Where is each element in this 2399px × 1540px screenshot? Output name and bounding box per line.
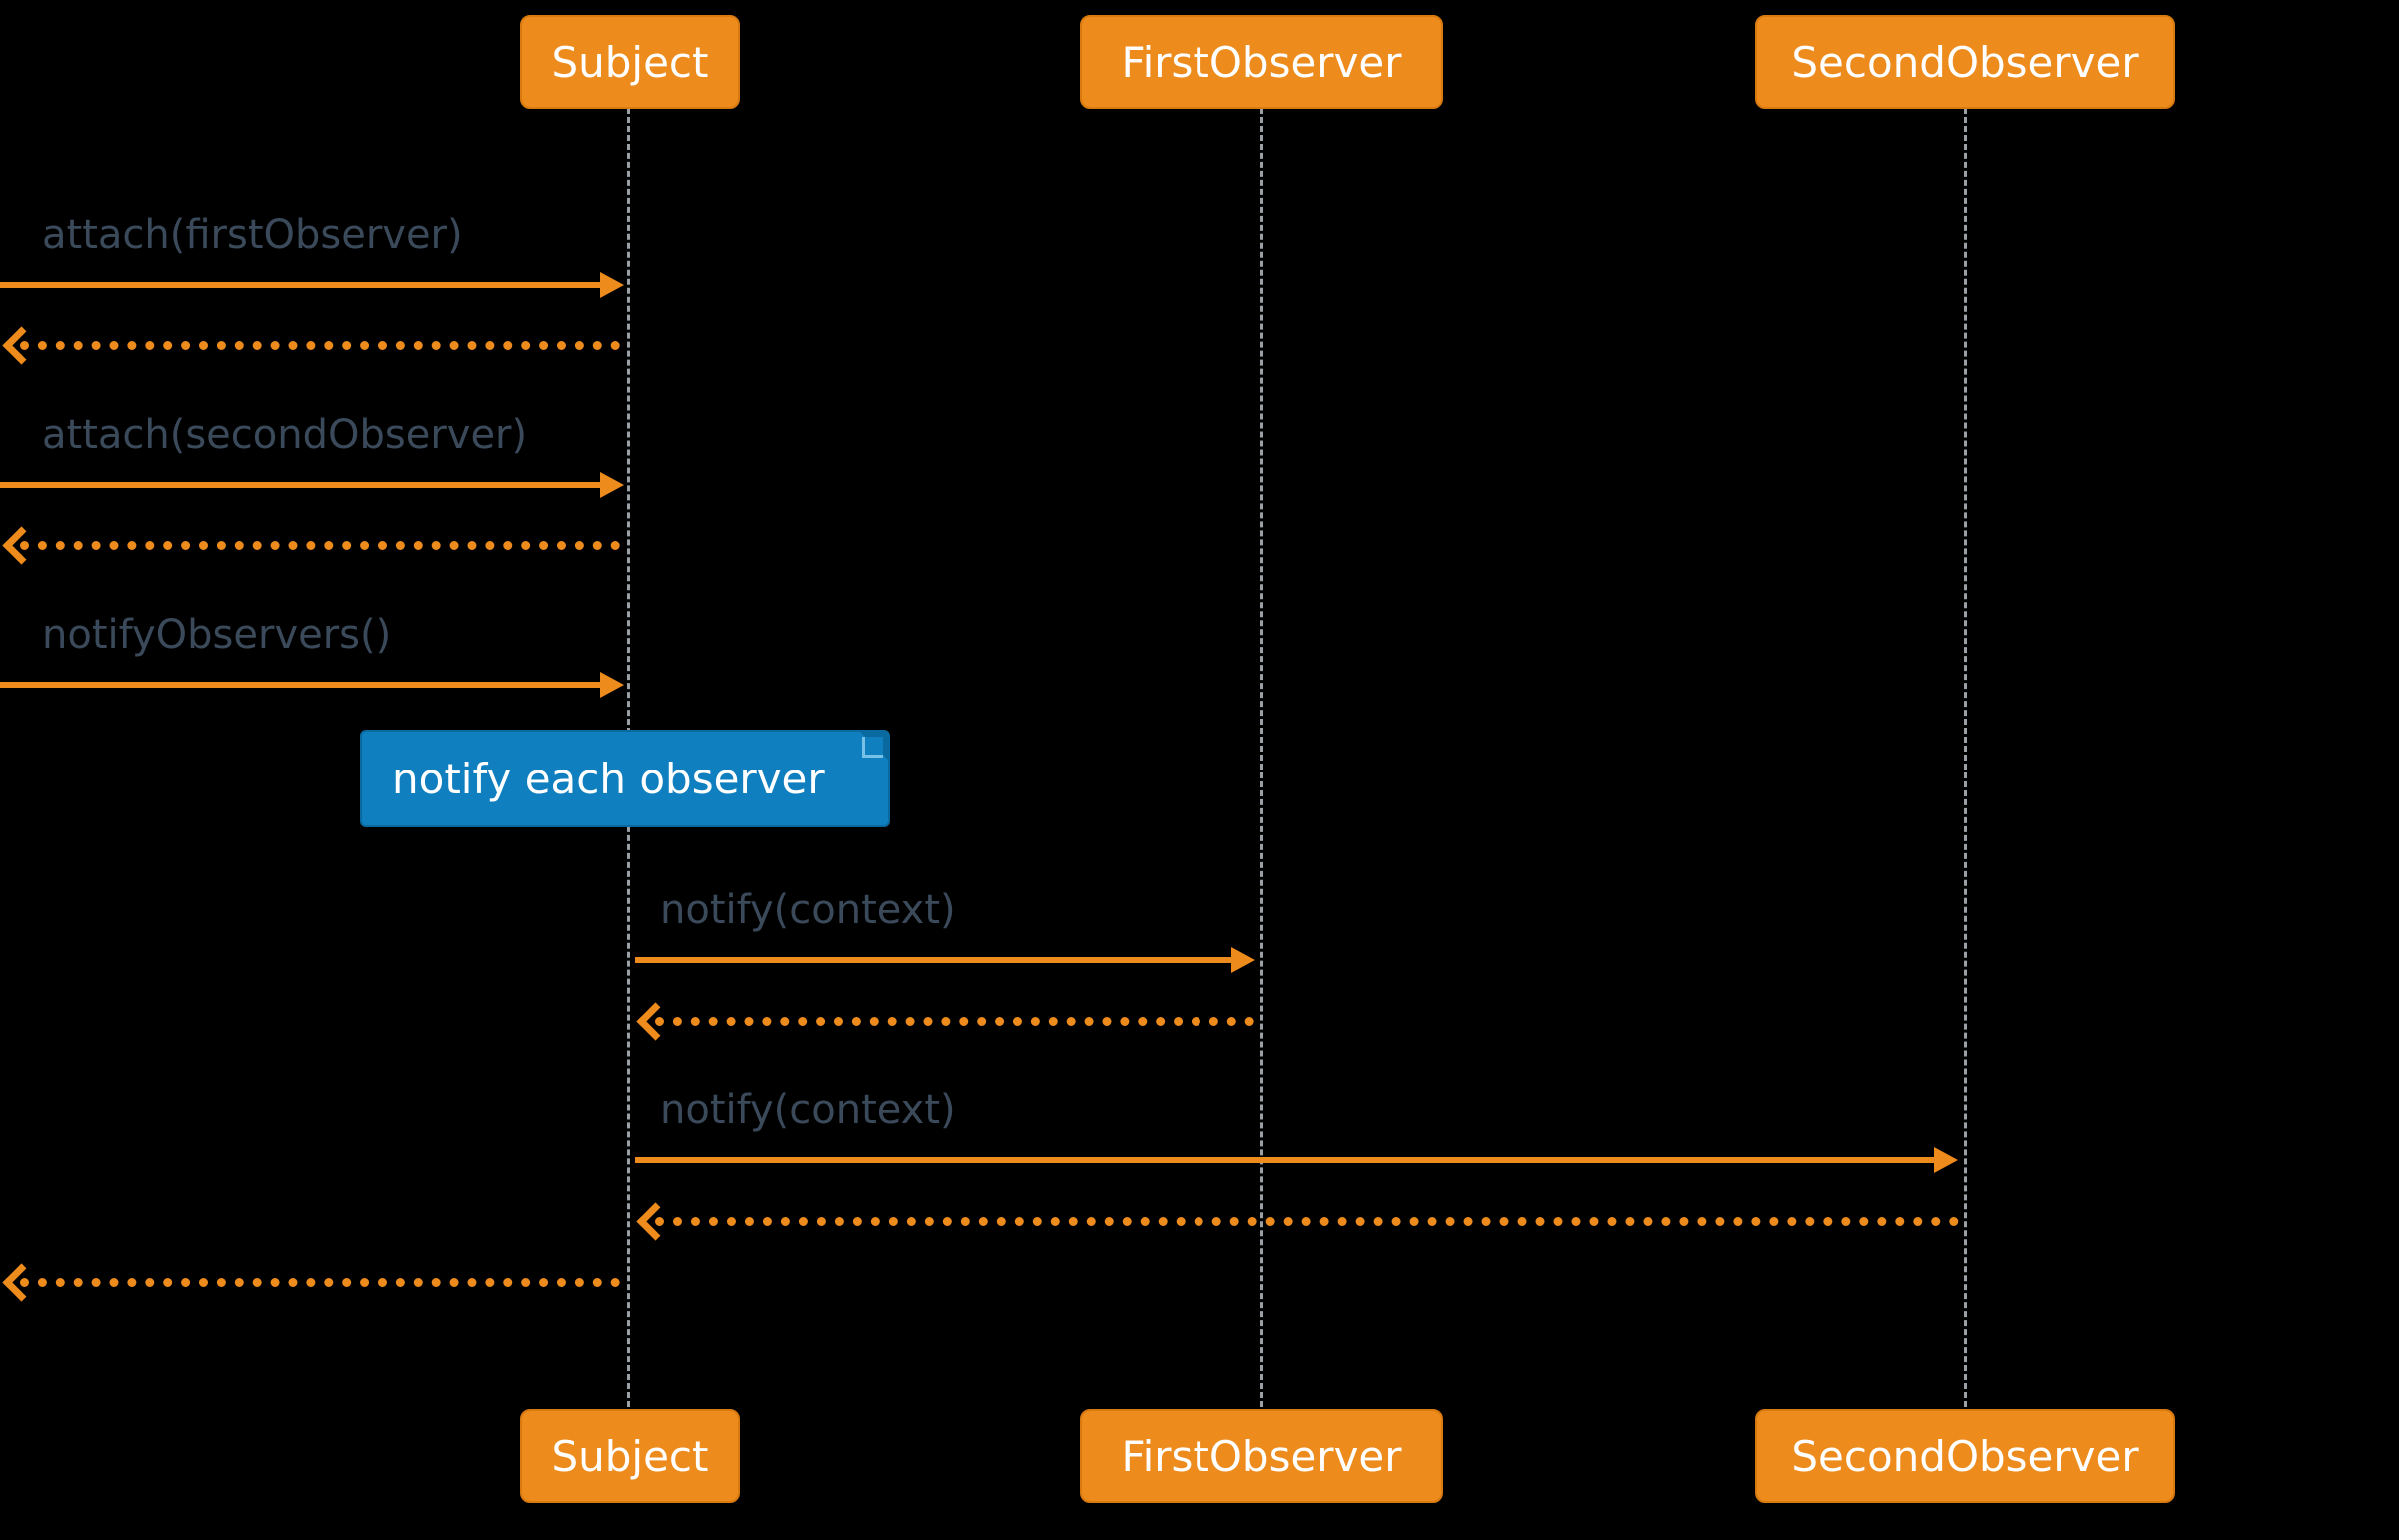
message-label-notify-context-2: notify(context) [660,1087,956,1133]
arrowhead-open-icon [2,326,40,364]
participant-label: Subject [551,1432,708,1481]
participant-label: SecondObserver [1791,1432,2138,1481]
arrow-notify-context-2 [635,1157,1937,1163]
arrowhead-open-icon [636,1202,674,1240]
arrowhead-open-icon [2,1263,40,1301]
participant-second-observer-bottom: SecondObserver [1755,1409,2175,1503]
note-fold-inner-icon [862,737,883,758]
arrow-attach-second [0,482,603,488]
participant-first-observer-top: FirstObserver [1080,15,1443,109]
return-attach-first [20,341,620,350]
arrowhead-icon [600,272,624,298]
return-notify-context-2 [655,1217,1959,1226]
message-label-attach-first: attach(firstObserver) [42,212,463,258]
participant-label: FirstObserver [1121,1432,1401,1481]
arrowhead-icon [600,472,624,498]
return-notify-observers [20,1278,620,1287]
lifeline-first-observer [1260,108,1263,1407]
participant-label: SecondObserver [1791,38,2138,87]
arrow-notify-context-1 [635,957,1234,963]
arrow-notify-observers [0,682,603,688]
participant-subject-bottom: Subject [520,1409,740,1503]
message-label-notify-observers: notifyObservers() [42,612,391,658]
participant-label: FirstObserver [1121,38,1401,87]
note-text: notify each observer [392,755,825,803]
participant-subject-top: Subject [520,15,740,109]
sequence-diagram: Subject FirstObserver SecondObserver att… [0,0,2399,1540]
lifeline-second-observer [1964,108,1967,1407]
arrowhead-icon [1231,947,1255,973]
note-notify-each-observer: notify each observer [360,730,890,827]
arrowhead-open-icon [2,526,40,564]
arrowhead-icon [600,672,624,698]
message-label-notify-context-1: notify(context) [660,887,956,933]
message-label-attach-second: attach(secondObserver) [42,412,527,458]
participant-label: Subject [551,38,708,87]
arrow-attach-first [0,282,603,288]
arrowhead-open-icon [636,1002,674,1040]
return-attach-second [20,541,620,550]
arrowhead-icon [1934,1147,1958,1173]
participant-second-observer-top: SecondObserver [1755,15,2175,109]
return-notify-context-1 [655,1017,1254,1026]
participant-first-observer-bottom: FirstObserver [1080,1409,1443,1503]
